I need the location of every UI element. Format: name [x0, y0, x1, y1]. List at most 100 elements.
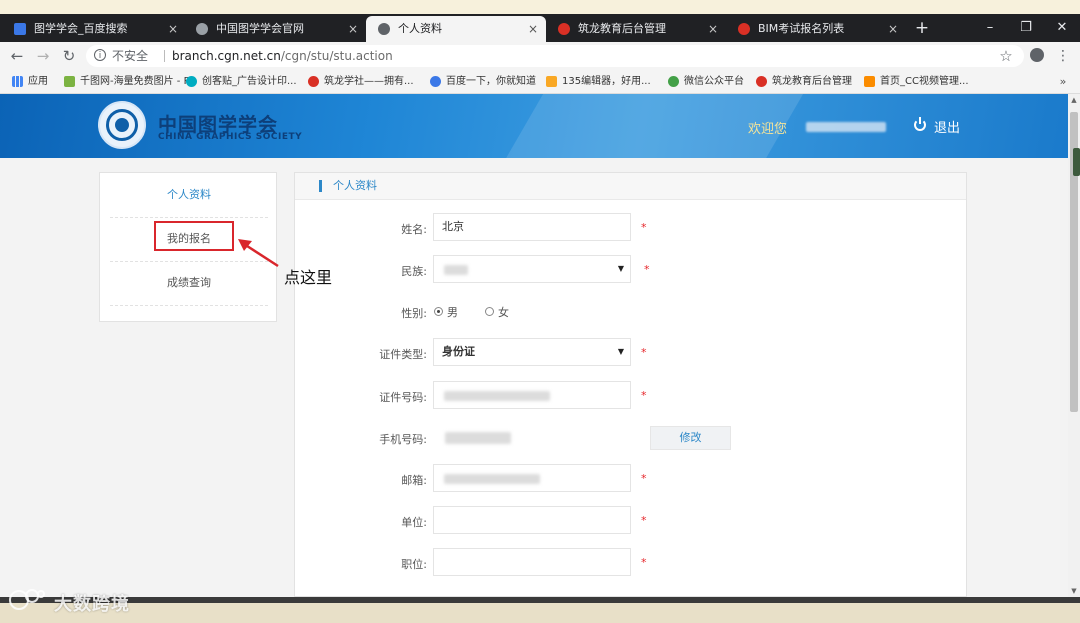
browser-toolbar: ← → ↻ i 不安全 branch.cgn.net.cn/cgn/stu/st… — [0, 42, 1080, 70]
ethnicity-select[interactable]: ▼ — [433, 255, 631, 283]
globe-icon — [196, 23, 208, 35]
zhulong-flower-icon — [738, 23, 750, 35]
required-mark: * — [641, 389, 647, 402]
tab-close-icon[interactable]: × — [528, 16, 538, 42]
bookmark-baidu[interactable]: 百度一下，你就知道 — [428, 70, 536, 94]
id-number-redacted — [444, 391, 550, 401]
bookmark-chuangketie[interactable]: 创客贴_广告设计印... — [184, 70, 297, 94]
tab-bim-exam-list[interactable]: BIM考试报名列表 × — [726, 16, 906, 42]
baidu-paw-icon — [14, 23, 26, 35]
tab-close-icon[interactable]: × — [708, 16, 718, 42]
bookmark-label: 筑龙学社——拥有... — [324, 76, 414, 87]
bookmark-zhulong-admin[interactable]: 筑龙教育后台管理 — [754, 70, 852, 94]
scroll-up-icon[interactable]: ▲ — [1068, 94, 1080, 106]
welcome-text: 欢迎您 — [748, 122, 788, 137]
globe-icon — [378, 23, 390, 35]
profile-panel: 个人资料 姓名: 北京 * 民族: ▼ * 性别: 男 女 证件类型: 身份证 … — [294, 172, 967, 597]
highlight-box — [154, 221, 234, 251]
panel-header: 个人资料 — [295, 173, 966, 200]
tab-close-icon[interactable]: × — [348, 16, 358, 42]
id-type-select[interactable]: 身份证 ▼ — [433, 338, 631, 366]
cc-video-icon — [864, 76, 875, 87]
annotation-text: 点这里 — [284, 268, 333, 287]
tab-cgs-official[interactable]: 中国图学学会官网 × — [184, 16, 366, 42]
minimize-icon[interactable]: – — [976, 14, 1004, 42]
email-label: 邮箱: — [401, 474, 427, 487]
tab-zhulong-admin[interactable]: 筑龙教育后台管理 × — [546, 16, 726, 42]
bookmarks-overflow-icon[interactable]: » — [1056, 70, 1070, 94]
bookmark-135-editor[interactable]: 135编辑器，好用... — [544, 70, 651, 94]
position-label: 职位: — [401, 558, 427, 571]
phone-redacted — [445, 432, 511, 444]
phone-label: 手机号码: — [379, 433, 427, 446]
id-number-label: 证件号码: — [379, 391, 427, 404]
bookmark-label: 筑龙教育后台管理 — [772, 76, 852, 87]
zhulong-flower-icon — [308, 76, 319, 87]
company-input[interactable] — [433, 506, 631, 534]
site-header: 中国图学学会 CHINA GRAPHICS SOCIETY 欢迎您 退出 — [0, 94, 1068, 158]
tab-title: 筑龙教育后台管理 — [578, 22, 666, 35]
name-label: 姓名: — [401, 223, 427, 236]
required-mark: * — [641, 556, 647, 569]
tab-close-icon[interactable]: × — [168, 16, 178, 42]
account-avatar-icon[interactable] — [1030, 48, 1044, 62]
bookmark-star-icon[interactable]: ☆ — [996, 42, 1016, 70]
name-input[interactable]: 北京 — [433, 213, 631, 241]
taskbar-edge — [0, 597, 1080, 603]
company-label: 单位: — [401, 516, 427, 529]
tab-title: BIM考试报名列表 — [758, 22, 845, 35]
gender-male-label[interactable]: 男 — [447, 304, 458, 320]
edit-phone-button[interactable]: 修改 — [650, 426, 731, 450]
chevron-down-icon: ▼ — [617, 347, 624, 356]
bookmark-label: 首页_CC视频管理... — [880, 76, 969, 87]
scroll-down-icon[interactable]: ▼ — [1068, 585, 1080, 597]
bookmark-label: 微信公众平台 — [684, 76, 744, 87]
address-bar[interactable]: i 不安全 branch.cgn.net.cn/cgn/stu/stu.acti… — [86, 45, 1024, 67]
gender-female-radio[interactable] — [485, 307, 494, 316]
panel-header-accent — [319, 180, 322, 192]
id-type-label: 证件类型: — [379, 348, 427, 361]
id-type-value: 身份证 — [442, 345, 475, 358]
restore-icon[interactable]: ❐ — [1012, 14, 1040, 42]
sidebar-item-profile[interactable]: 个人资料 — [110, 173, 268, 218]
gender-female-label[interactable]: 女 — [498, 304, 509, 320]
browser-menu-icon[interactable]: ⋮ — [1056, 42, 1070, 70]
bookmark-cc-video[interactable]: 首页_CC视频管理... — [862, 70, 969, 94]
new-tab-button[interactable]: + — [912, 14, 932, 42]
email-input[interactable] — [433, 464, 631, 492]
watermark-text: 大数跨境 — [54, 594, 130, 615]
bookmark-label: 135编辑器，好用... — [562, 76, 651, 87]
zhulong-flower-icon — [558, 23, 570, 35]
watermark-logo-icon — [9, 589, 45, 610]
reload-icon[interactable]: ↻ — [58, 42, 80, 70]
tab-title: 个人资料 — [398, 22, 442, 35]
required-mark: * — [641, 472, 647, 485]
back-arrow-icon[interactable]: ← — [6, 42, 28, 70]
side-handle[interactable] — [1073, 148, 1080, 176]
red-arrow-icon — [238, 239, 279, 268]
forward-arrow-icon[interactable]: → — [32, 42, 54, 70]
tab-close-icon[interactable]: × — [888, 16, 898, 42]
tab-title: 中国图学学会官网 — [216, 22, 304, 35]
gender-male-radio[interactable] — [434, 307, 443, 316]
logo-subtitle: CHINA GRAPHICS SOCIETY — [158, 132, 303, 142]
editor-135-icon — [546, 76, 557, 87]
email-redacted — [444, 474, 540, 484]
logo-core — [115, 118, 129, 132]
bookmark-qiantu[interactable]: 千图网-海量免费图片 - P... — [62, 70, 198, 94]
tab-baidu-search[interactable]: 图学学会_百度搜索 × — [2, 16, 186, 42]
bookmark-wechat-mp[interactable]: 微信公众平台 — [666, 70, 744, 94]
position-input[interactable] — [433, 548, 631, 576]
zhulong-flower-icon — [756, 76, 767, 87]
cgs-logo-icon[interactable] — [98, 101, 146, 149]
power-icon[interactable] — [914, 117, 926, 131]
info-icon[interactable]: i — [94, 49, 106, 61]
tab-profile[interactable]: 个人资料 × — [366, 16, 546, 42]
bottom-strip — [0, 597, 1080, 623]
close-window-icon[interactable]: ✕ — [1048, 14, 1076, 42]
id-number-input[interactable] — [433, 381, 631, 409]
wechat-icon — [668, 76, 679, 87]
logout-link[interactable]: 退出 — [934, 117, 960, 136]
bookmark-apps[interactable]: 应用 — [10, 70, 48, 94]
bookmark-zhulong-xueshe[interactable]: 筑龙学社——拥有... — [306, 70, 414, 94]
